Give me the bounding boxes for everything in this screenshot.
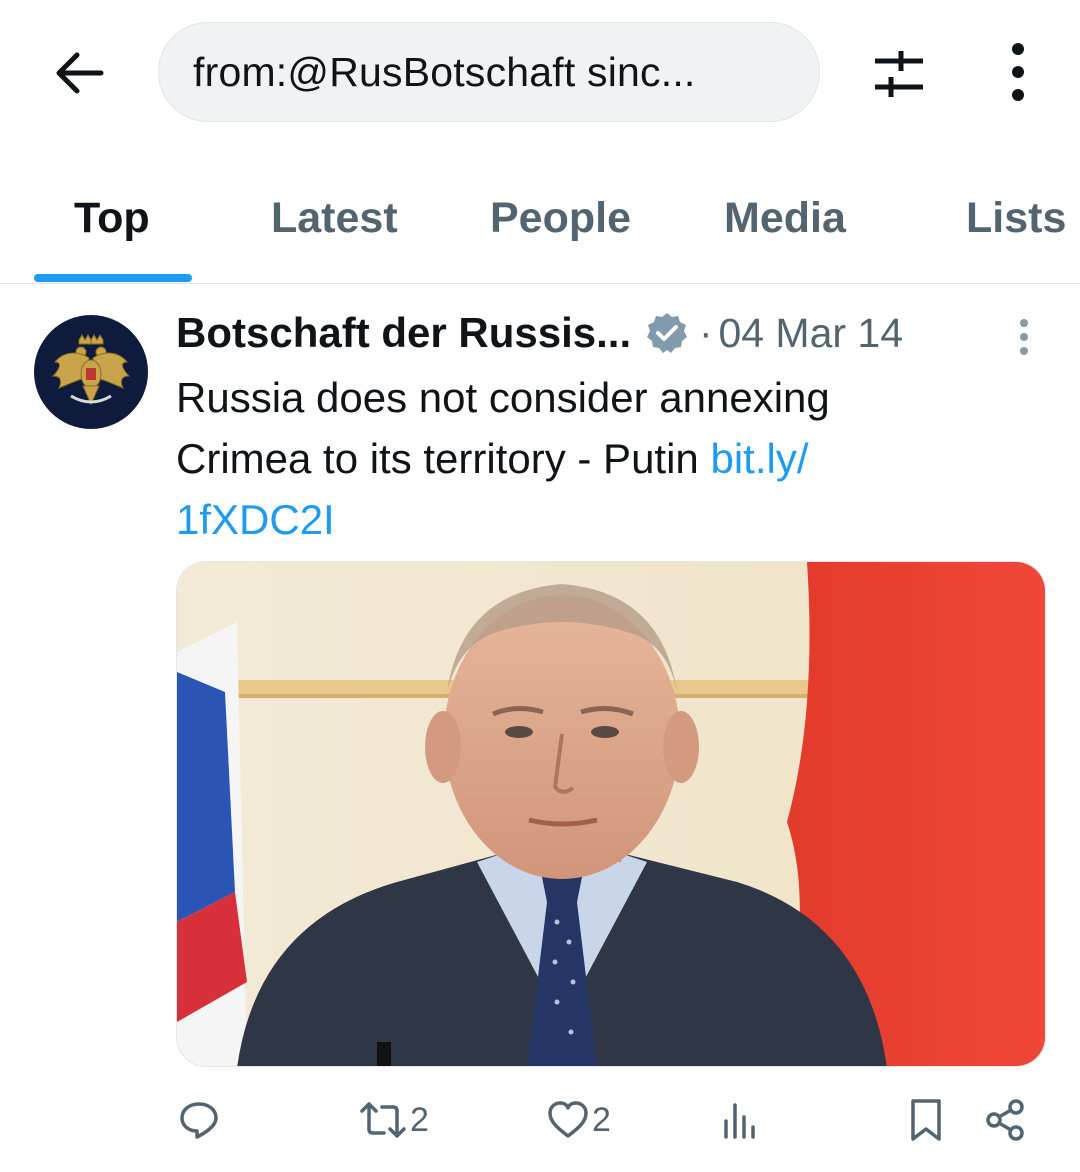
avatar[interactable] bbox=[34, 315, 148, 429]
back-button[interactable] bbox=[44, 40, 114, 106]
retweet-count: 2 bbox=[410, 1100, 429, 1139]
photo-illustration bbox=[177, 562, 1045, 1066]
tweet-actions: 2 2 bbox=[0, 1085, 1080, 1155]
search-input[interactable]: from:@RusBotschaft sinc... bbox=[158, 22, 820, 122]
back-arrow-icon bbox=[56, 52, 104, 94]
tweet-more-button[interactable] bbox=[1004, 315, 1044, 359]
filter-sliders-icon bbox=[875, 51, 923, 97]
tweet-link-part2[interactable]: 1fXDC2I bbox=[176, 496, 335, 543]
reply-button[interactable] bbox=[178, 1095, 222, 1145]
tweet-text: Russia does not consider annexing Crimea… bbox=[176, 367, 936, 550]
author-name[interactable]: Botschaft der Russis... bbox=[176, 309, 631, 357]
like-button[interactable]: 2 bbox=[546, 1095, 611, 1145]
more-options-button[interactable] bbox=[988, 36, 1048, 108]
retweet-button[interactable]: 2 bbox=[358, 1095, 429, 1145]
views-button[interactable] bbox=[720, 1095, 762, 1145]
double-headed-eagle-emblem-icon bbox=[51, 334, 131, 406]
tab-top[interactable]: Top bbox=[74, 194, 150, 243]
views-chart-icon bbox=[724, 1103, 755, 1139]
tab-media[interactable]: Media bbox=[724, 194, 846, 243]
verified-badge-icon bbox=[645, 311, 689, 355]
tab-lists[interactable]: Lists bbox=[966, 194, 1066, 243]
tweet-date[interactable]: 04 Mar 14 bbox=[718, 310, 903, 357]
tweet-media-image[interactable] bbox=[176, 561, 1046, 1067]
more-vertical-icon bbox=[1020, 319, 1028, 355]
search-query-text: from:@RusBotschaft sinc... bbox=[193, 48, 696, 95]
retweet-icon bbox=[360, 1102, 406, 1138]
like-count: 2 bbox=[592, 1100, 611, 1139]
bookmark-icon bbox=[911, 1099, 941, 1141]
tab-latest[interactable]: Latest bbox=[271, 194, 398, 243]
separator-dot: · bbox=[699, 310, 713, 355]
tweet-text-line2: Crimea to its territory - Putin bbox=[176, 435, 711, 482]
filter-button[interactable] bbox=[864, 40, 934, 106]
reply-icon bbox=[180, 1102, 218, 1139]
share-icon bbox=[986, 1099, 1024, 1141]
share-button[interactable] bbox=[984, 1095, 1028, 1145]
tweet-link-part1[interactable]: bit.ly/ bbox=[710, 435, 808, 482]
tweet-text-line1: Russia does not consider annexing bbox=[176, 374, 830, 421]
top-bar: from:@RusBotschaft sinc... bbox=[0, 0, 1080, 150]
bookmark-button[interactable] bbox=[906, 1095, 946, 1145]
tab-people[interactable]: People bbox=[490, 194, 631, 243]
tweet[interactable]: Botschaft der Russis... · 04 Mar 14 Russ… bbox=[0, 285, 1080, 1172]
active-tab-indicator bbox=[34, 274, 192, 282]
more-vertical-icon bbox=[1012, 43, 1024, 101]
search-tabs: Top Latest People Media Lists bbox=[0, 150, 1080, 284]
tweet-header: Botschaft der Russis... · 04 Mar 14 bbox=[176, 307, 903, 359]
heart-icon bbox=[548, 1101, 588, 1138]
